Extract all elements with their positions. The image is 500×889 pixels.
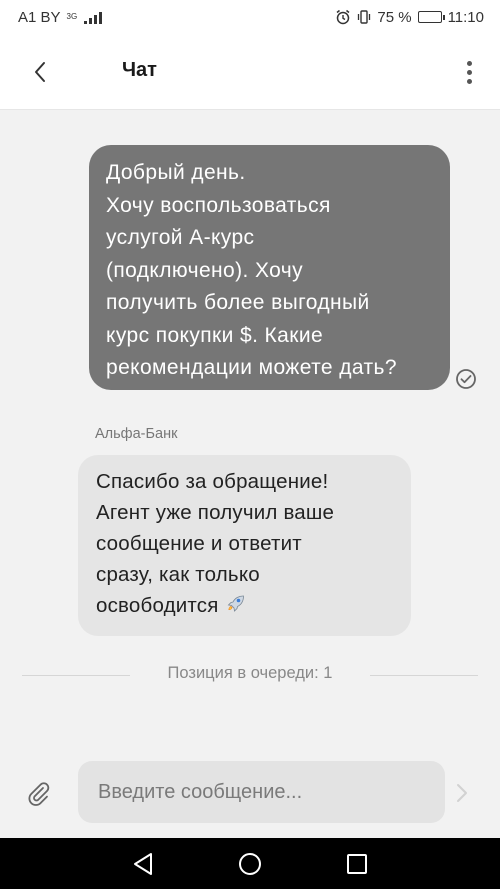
- nav-home-button[interactable]: [235, 849, 265, 879]
- chat-header: Чат: [0, 34, 500, 110]
- paperclip-icon[interactable]: [26, 780, 52, 806]
- more-vertical-dot: [466, 69, 472, 75]
- incoming-message[interactable]: Спасибо за обращение! Агент уже получил …: [78, 455, 411, 636]
- battery-percent: 75 %: [377, 8, 412, 26]
- more-vertical-dot: [466, 78, 472, 84]
- chevron-left-icon: [35, 62, 45, 82]
- back-button[interactable]: [26, 58, 54, 86]
- status-right: 75 % 11:10: [335, 9, 484, 26]
- status-time: 11:10: [447, 8, 484, 26]
- message-sender: Альфа-Банк: [95, 426, 178, 442]
- vibrate-icon: [358, 10, 371, 24]
- signal-icon: [84, 10, 103, 24]
- message-input[interactable]: [78, 761, 445, 823]
- network-type: 3G: [66, 12, 78, 21]
- square-recents-icon: [346, 853, 367, 874]
- queue-divider: Позиция в очереди: 1: [22, 664, 478, 686]
- status-bar: A1 BY 3G 75 % 11:10: [0, 0, 500, 34]
- composer-bar: [0, 752, 500, 838]
- rocket-icon: [227, 595, 244, 612]
- send-chevron-icon[interactable]: [452, 780, 472, 806]
- queue-position: Позиция в очереди: 1: [167, 664, 333, 682]
- carrier-name: A1 BY: [18, 8, 61, 26]
- more-options-button[interactable]: [458, 56, 480, 88]
- outgoing-message[interactable]: Добрый день. Хочу воспользоваться услуго…: [89, 145, 450, 390]
- triangle-back-icon: [134, 852, 153, 875]
- circle-home-icon: [238, 852, 261, 875]
- page-title: Чат: [122, 59, 157, 81]
- more-vertical-icon: [466, 60, 472, 66]
- nav-recents-button[interactable]: [342, 849, 372, 879]
- alarm-icon: [336, 9, 350, 25]
- nav-back-button[interactable]: [128, 849, 158, 879]
- battery-icon: [417, 11, 445, 23]
- status-left: A1 BY 3G: [18, 8, 103, 26]
- incoming-message-text: Спасибо за обращение! Агент уже получил …: [96, 470, 335, 617]
- system-nav-bar: [0, 838, 500, 889]
- check-circle-icon: [456, 369, 476, 389]
